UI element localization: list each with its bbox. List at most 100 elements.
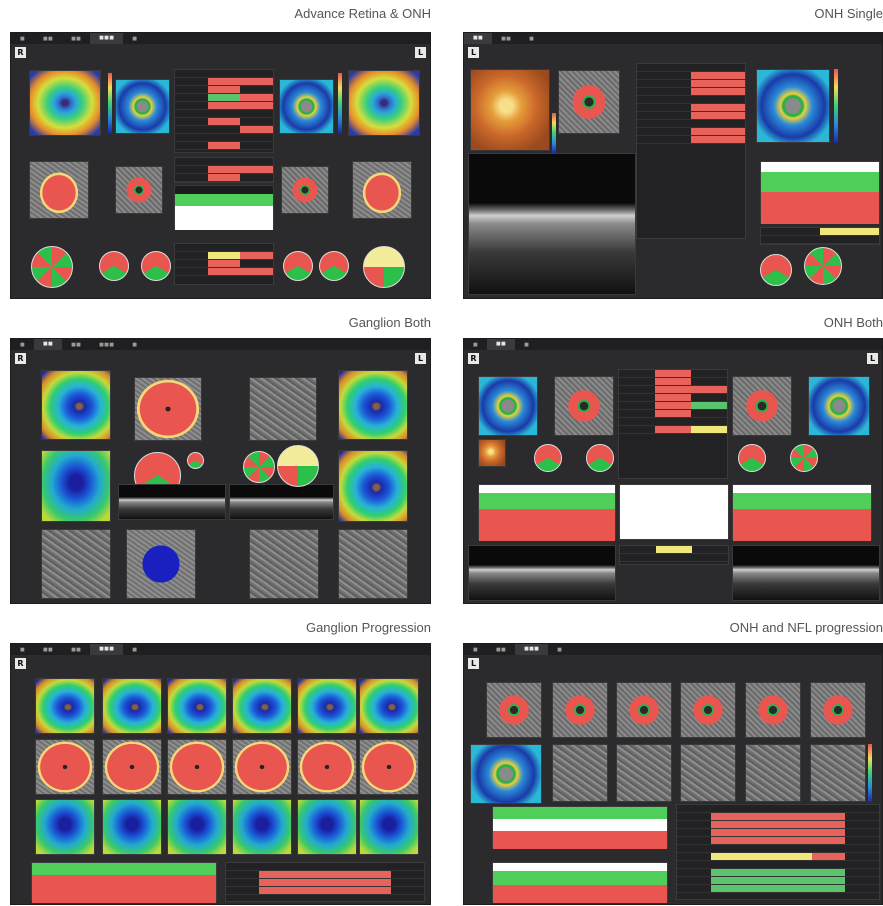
screenshot-onh-nfl-progression: ■ ■■ ■■■ ■ L xyxy=(463,643,883,905)
tab-bar: ■ ■■ ■■ ■■■ ■ xyxy=(11,339,430,350)
tab[interactable]: ■ xyxy=(464,647,487,653)
nfl-significance-1[interactable] xyxy=(486,682,542,738)
tab[interactable]: ■ xyxy=(464,342,487,348)
left-eye-badge: L xyxy=(468,47,479,58)
retina-thickness-map-right[interactable] xyxy=(29,70,101,136)
tab[interactable]: ■ xyxy=(11,647,34,653)
tab-active[interactable]: ■■ xyxy=(464,33,493,44)
nfl-significance-4[interactable] xyxy=(680,682,736,738)
tab[interactable]: ■ xyxy=(123,647,146,653)
tab[interactable]: ■■ xyxy=(34,36,62,42)
tab[interactable]: ■ xyxy=(515,342,538,348)
tab[interactable]: ■ xyxy=(123,342,146,348)
nfl-significance-right[interactable] xyxy=(115,166,163,214)
onh-thickness-map[interactable] xyxy=(470,744,542,804)
oct-bscan[interactable] xyxy=(468,153,636,295)
gcl-significance-left[interactable] xyxy=(249,377,317,441)
nfl-significance-6[interactable] xyxy=(810,682,866,738)
gcl-deviation-1[interactable] xyxy=(35,799,95,855)
gcl-map-3[interactable] xyxy=(167,678,227,734)
tab[interactable]: ■ xyxy=(11,342,34,348)
tab-active[interactable]: ■■ xyxy=(34,339,63,350)
nfl-significance-2[interactable] xyxy=(552,682,608,738)
onh-map-right[interactable] xyxy=(115,79,170,134)
nfl-significance-left[interactable] xyxy=(732,376,792,436)
tab-active[interactable]: ■■■ xyxy=(515,644,549,655)
nfl-parameters-table xyxy=(174,157,274,183)
gcl-significance-3[interactable] xyxy=(167,739,227,795)
grid-map-3[interactable] xyxy=(249,529,319,599)
tab[interactable]: ■ xyxy=(520,36,543,42)
tab[interactable]: ■■ xyxy=(492,36,520,42)
sector-chart xyxy=(319,251,349,281)
grid-map-4[interactable] xyxy=(338,529,408,599)
tab[interactable]: ■ xyxy=(548,647,571,653)
nfl-significance-5[interactable] xyxy=(745,682,801,738)
onh-map-left[interactable] xyxy=(279,79,334,134)
tab[interactable]: ■■ xyxy=(62,647,90,653)
tab[interactable]: ■■ xyxy=(62,342,90,348)
significance-map-left[interactable] xyxy=(352,161,412,219)
screenshot-onh-single: ■■ ■■ ■ L xyxy=(463,32,883,299)
gcl-map-1[interactable] xyxy=(35,678,95,734)
tab[interactable]: ■ xyxy=(123,36,146,42)
gcl-deviation-left[interactable] xyxy=(338,450,408,522)
caption-ganglion-both: Ganglion Both xyxy=(348,315,431,330)
tab-active[interactable]: ■■■ xyxy=(90,33,124,44)
tab[interactable]: ■■■ xyxy=(90,342,123,348)
screenshot-ganglion-both: ■ ■■ ■■ ■■■ ■ R L xyxy=(10,338,431,604)
tab-active[interactable]: ■■ xyxy=(487,339,516,350)
gcl-deviation-2[interactable] xyxy=(102,799,162,855)
nfl-significance-left[interactable] xyxy=(281,166,329,214)
change-map-4[interactable] xyxy=(745,744,801,802)
gcl-deviation-3[interactable] xyxy=(167,799,227,855)
sector-chart xyxy=(586,444,614,472)
gcl-thickness-map-right[interactable] xyxy=(41,370,111,440)
gcl-deviation-right[interactable] xyxy=(41,450,111,522)
change-map-3[interactable] xyxy=(680,744,736,802)
change-map-5[interactable] xyxy=(810,744,866,802)
screenshot-advance-retina-onh: ■ ■■ ■■ ■■■ ■ R L xyxy=(10,32,431,299)
fundus-photo[interactable] xyxy=(470,69,550,151)
gcl-map-6[interactable] xyxy=(359,678,419,734)
nfl-significance-right[interactable] xyxy=(554,376,614,436)
tab[interactable]: ■■ xyxy=(34,647,62,653)
gcl-significance-1[interactable] xyxy=(35,739,95,795)
oct-bscan-left[interactable] xyxy=(229,484,334,520)
grid-map-2[interactable] xyxy=(126,529,196,599)
oct-bscan-right[interactable] xyxy=(468,545,616,601)
tab[interactable]: ■■ xyxy=(487,647,515,653)
tab-bar: ■ ■■ ■■ ■■■ ■ xyxy=(11,33,430,44)
retina-thickness-map-left[interactable] xyxy=(348,70,420,136)
tab[interactable]: ■■ xyxy=(62,36,90,42)
gcl-map-4[interactable] xyxy=(232,678,292,734)
significance-map-right[interactable] xyxy=(29,161,89,219)
onh-parameters-table xyxy=(174,69,274,153)
gcl-significance-4[interactable] xyxy=(232,739,292,795)
onh-thickness-left[interactable] xyxy=(808,376,870,436)
gcl-deviation-6[interactable] xyxy=(359,799,419,855)
change-map-2[interactable] xyxy=(616,744,672,802)
nfl-significance-3[interactable] xyxy=(616,682,672,738)
gcl-deviation-4[interactable] xyxy=(232,799,292,855)
onh-thickness-map[interactable] xyxy=(756,69,830,143)
sector-chart xyxy=(804,247,842,285)
gcl-map-5[interactable] xyxy=(297,678,357,734)
gcl-map-2[interactable] xyxy=(102,678,162,734)
gcl-significance-right[interactable] xyxy=(134,377,202,441)
change-map-1[interactable] xyxy=(552,744,608,802)
gcl-deviation-5[interactable] xyxy=(297,799,357,855)
fundus-photo-right[interactable] xyxy=(478,439,506,467)
tab[interactable]: ■ xyxy=(11,36,34,42)
nfl-significance-map[interactable] xyxy=(558,70,620,134)
gcl-significance-2[interactable] xyxy=(102,739,162,795)
gcl-significance-5[interactable] xyxy=(297,739,357,795)
rnfl-table xyxy=(619,545,729,565)
grid-map-1[interactable] xyxy=(41,529,111,599)
onh-thickness-right[interactable] xyxy=(478,376,538,436)
gcl-significance-6[interactable] xyxy=(359,739,419,795)
tab-active[interactable]: ■■■ xyxy=(90,644,124,655)
gcl-thickness-map-left[interactable] xyxy=(338,370,408,440)
oct-bscan-left[interactable] xyxy=(732,545,880,601)
oct-bscan-right[interactable] xyxy=(118,484,226,520)
